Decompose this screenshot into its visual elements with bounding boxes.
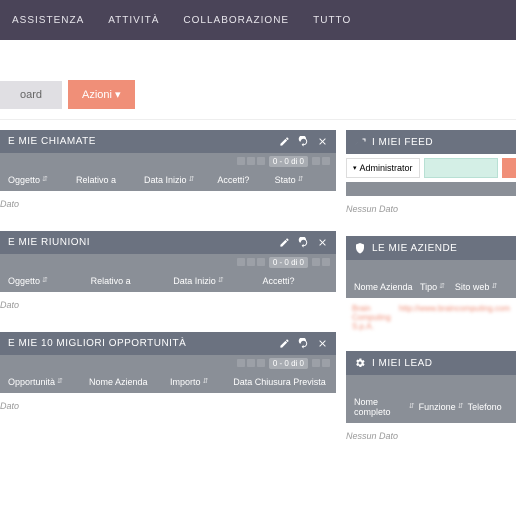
refresh-icon[interactable] bbox=[298, 237, 309, 248]
panel-title: E MIE 10 MIGLIORI OPPORTUNITÀ bbox=[8, 338, 279, 349]
col-importo[interactable]: Importo⇵ bbox=[170, 377, 229, 387]
pencil-icon[interactable] bbox=[279, 237, 290, 248]
feed-user-select[interactable]: ▾Administrator bbox=[346, 158, 420, 178]
refresh-icon[interactable] bbox=[298, 136, 309, 147]
chart-icon bbox=[354, 136, 366, 148]
refresh-icon[interactable] bbox=[298, 338, 309, 349]
col-chiusura[interactable]: Data Chiusura Prevista bbox=[233, 377, 328, 387]
nav-assistenza[interactable]: ASSISTENZA bbox=[0, 15, 96, 26]
col-data[interactable]: Data Inizio⇵ bbox=[144, 175, 213, 185]
column-headers: Oggetto⇵ Relativo a Data Inizio⇵ Accetti… bbox=[0, 169, 336, 191]
panel-feed: I MIEI FEED ▾Administrator Nessun Dato bbox=[346, 130, 516, 222]
column-headers: Nome completo⇵ Funzione⇵ Telefono bbox=[346, 391, 516, 423]
pencil-icon[interactable] bbox=[279, 338, 290, 349]
panel-title: I MIEI FEED bbox=[372, 137, 508, 148]
no-data-text: Dato bbox=[0, 292, 336, 318]
col-data[interactable]: Data Inizio⇵ bbox=[173, 276, 258, 286]
col-sito[interactable]: Sito web⇵ bbox=[455, 282, 508, 292]
panel-title: E MIE CHIAMATE bbox=[8, 136, 279, 147]
pager-text: 0 - 0 di 0 bbox=[269, 358, 308, 369]
nav-collaborazione[interactable]: COLLABORAZIONE bbox=[171, 15, 301, 26]
panel-chiamate: E MIE CHIAMATE 0 - 0 di 0 Oggetto⇵ Relat… bbox=[0, 130, 336, 217]
panel-aziende: LE MIE AZIENDE Nome Azienda Tipo⇵ Sito w… bbox=[346, 236, 516, 337]
top-nav: ASSISTENZA ATTIVITÀ COLLABORAZIONE TUTTO bbox=[0, 0, 516, 40]
panel-lead: I MIEI LEAD Nome completo⇵ Funzione⇵ Tel… bbox=[346, 351, 516, 449]
col-oggetto[interactable]: Oggetto⇵ bbox=[8, 175, 72, 185]
col-nome-completo[interactable]: Nome completo⇵ bbox=[354, 397, 415, 417]
pager-bar bbox=[346, 260, 516, 276]
close-icon[interactable] bbox=[317, 237, 328, 248]
pager-text: 0 - 0 di 0 bbox=[269, 156, 308, 167]
no-data-text: Dato bbox=[0, 191, 336, 217]
col-oggetto[interactable]: Oggetto⇵ bbox=[8, 276, 87, 286]
cell-azienda: Brain Computing S.p.A. bbox=[352, 304, 391, 331]
col-funzione[interactable]: Funzione⇵ bbox=[419, 397, 464, 417]
pager-text: 0 - 0 di 0 bbox=[269, 257, 308, 268]
nav-attivita[interactable]: ATTIVITÀ bbox=[96, 15, 171, 26]
close-icon[interactable] bbox=[317, 136, 328, 147]
panel-title: I MIEI LEAD bbox=[372, 358, 508, 369]
panel-opportunita: E MIE 10 MIGLIORI OPPORTUNITÀ 0 - 0 di 0… bbox=[0, 332, 336, 419]
panel-title: E MIE RIUNIONI bbox=[8, 237, 279, 248]
pager-bar: 0 - 0 di 0 bbox=[0, 355, 336, 371]
col-nome-azienda[interactable]: Nome Azienda bbox=[89, 377, 166, 387]
nav-tutto[interactable]: TUTTO bbox=[301, 15, 363, 26]
cell-sito: http://www.braincomputing.com bbox=[399, 304, 510, 331]
col-opportunita[interactable]: Opportunità⇵ bbox=[8, 377, 85, 387]
col-accetti[interactable]: Accetti? bbox=[217, 175, 270, 185]
col-relativo[interactable]: Relativo a bbox=[76, 175, 140, 185]
close-icon[interactable] bbox=[317, 338, 328, 349]
no-data-text: Nessun Dato bbox=[346, 423, 516, 449]
col-nome-azienda[interactable]: Nome Azienda bbox=[354, 282, 416, 292]
pager-bar bbox=[346, 375, 516, 391]
feed-submit-button[interactable] bbox=[502, 158, 516, 178]
col-relativo[interactable]: Relativo a bbox=[91, 276, 170, 286]
pager-bar: 0 - 0 di 0 bbox=[0, 153, 336, 169]
feed-input[interactable] bbox=[424, 158, 498, 178]
panel-riunioni: E MIE RIUNIONI 0 - 0 di 0 Oggetto⇵ Relat… bbox=[0, 231, 336, 318]
table-row[interactable]: Brain Computing S.p.A. http://www.brainc… bbox=[346, 298, 516, 337]
column-headers: Nome Azienda Tipo⇵ Sito web⇵ bbox=[346, 276, 516, 298]
column-headers: Oggetto⇵ Relativo a Data Inizio⇵ Accetti… bbox=[0, 270, 336, 292]
col-accetti[interactable]: Accetti? bbox=[262, 276, 328, 286]
shield-icon bbox=[354, 242, 366, 254]
pager-bar: 0 - 0 di 0 bbox=[0, 254, 336, 270]
gear-icon bbox=[354, 357, 366, 369]
col-tipo[interactable]: Tipo⇵ bbox=[420, 282, 451, 292]
no-data-text: Dato bbox=[0, 393, 336, 419]
panel-title: LE MIE AZIENDE bbox=[372, 243, 508, 254]
col-stato[interactable]: Stato⇵ bbox=[275, 175, 328, 185]
column-headers: Opportunità⇵ Nome Azienda Importo⇵ Data … bbox=[0, 371, 336, 393]
col-telefono[interactable]: Telefono bbox=[468, 397, 508, 417]
actions-button[interactable]: Azioni ▾ bbox=[68, 80, 135, 109]
pencil-icon[interactable] bbox=[279, 136, 290, 147]
sub-bar: oard Azioni ▾ bbox=[0, 70, 516, 120]
tab-dashboard[interactable]: oard bbox=[0, 81, 62, 109]
no-data-text: Nessun Dato bbox=[346, 196, 516, 222]
feed-bar bbox=[346, 182, 516, 196]
